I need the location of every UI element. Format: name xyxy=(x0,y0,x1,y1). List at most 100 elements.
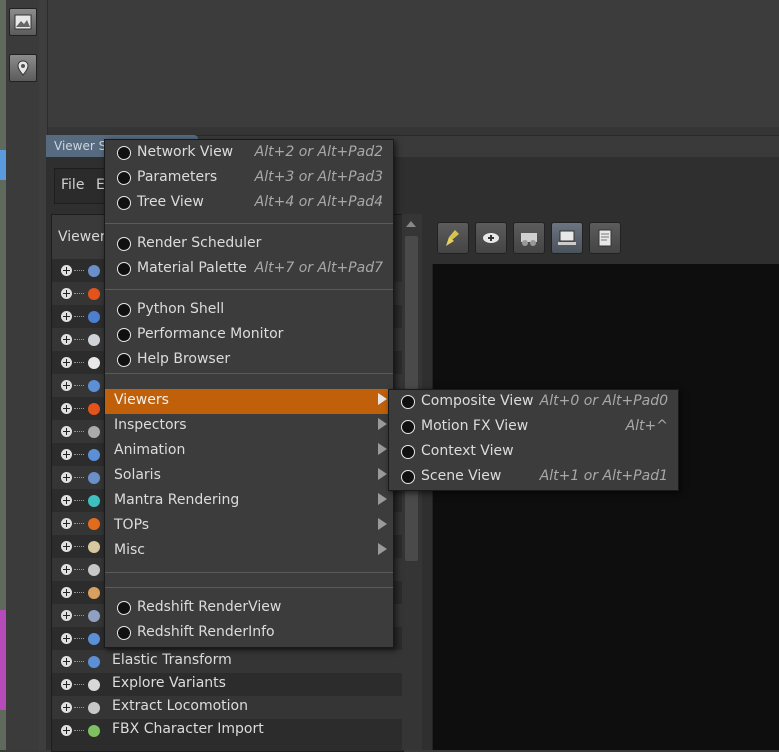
submenu-arrow-icon xyxy=(378,393,387,405)
submenu-viewers[interactable]: Viewers xyxy=(105,389,393,414)
tree-connector xyxy=(74,431,84,432)
menu-item-shortcut: Alt+4 or Alt+Pad4 xyxy=(254,194,383,210)
radio-icon xyxy=(117,146,131,160)
left-toolbar xyxy=(6,0,40,750)
radio-icon xyxy=(401,445,415,459)
vehicle-icon xyxy=(86,608,102,624)
expand-icon[interactable] xyxy=(61,380,72,391)
menu-item-label: Composite View xyxy=(421,393,534,409)
expand-icon[interactable] xyxy=(61,541,72,552)
image-viewer-icon[interactable] xyxy=(9,8,37,36)
submenu-arrow-icon xyxy=(378,468,387,480)
expand-icon[interactable] xyxy=(61,656,72,667)
tree-header[interactable]: Viewer xyxy=(52,215,106,259)
menu-item-material-palette[interactable]: Material Palette Alt+7 or Alt+Pad7 xyxy=(105,257,393,282)
tree-item-label: Elastic Transform xyxy=(112,652,232,668)
machinery-icon[interactable] xyxy=(513,222,545,254)
tree-row[interactable]: Extract Locomotion xyxy=(52,696,402,719)
tree-connector xyxy=(74,661,84,662)
menu-item-label: Render Scheduler xyxy=(137,235,262,251)
menu-item-label: Redshift RenderInfo xyxy=(137,624,275,640)
menu-item-composite-view[interactable]: Composite View Alt+0 or Alt+Pad0 xyxy=(389,390,678,415)
menu-item-label: Viewers xyxy=(114,392,169,408)
radio-icon xyxy=(117,262,131,276)
expand-icon[interactable] xyxy=(61,265,72,276)
expand-icon[interactable] xyxy=(61,702,72,713)
submenu-solaris[interactable]: Solaris xyxy=(105,464,393,489)
menu-item-label: Redshift RenderView xyxy=(137,599,282,615)
menu-item-parameters[interactable]: Parameters Alt+3 or Alt+Pad3 xyxy=(105,166,393,191)
expand-icon[interactable] xyxy=(61,587,72,598)
menu-item-motion-fx-view[interactable]: Motion FX View Alt+^ xyxy=(389,415,678,440)
character-icon xyxy=(86,723,102,739)
radio-icon xyxy=(401,470,415,484)
scroll-up-icon[interactable] xyxy=(405,218,417,230)
submenu-arrow-icon xyxy=(378,493,387,505)
menu-item-redshift-renderview[interactable]: Redshift RenderView xyxy=(105,596,393,621)
expand-icon[interactable] xyxy=(61,564,72,575)
expand-icon[interactable] xyxy=(61,679,72,690)
expand-icon[interactable] xyxy=(61,495,72,506)
expand-icon[interactable] xyxy=(61,311,72,322)
expand-icon[interactable] xyxy=(61,334,72,345)
expand-icon[interactable] xyxy=(61,610,72,621)
expand-icon[interactable] xyxy=(61,403,72,414)
tree-row[interactable]: Elastic Transform xyxy=(52,650,402,673)
expand-icon[interactable] xyxy=(61,288,72,299)
expand-icon[interactable] xyxy=(61,633,72,644)
radio-icon xyxy=(117,196,131,210)
menu-item-context-view[interactable]: Context View xyxy=(389,440,678,465)
menu-item-shortcut: Alt+3 or Alt+Pad3 xyxy=(254,169,383,185)
file-menu[interactable]: File xyxy=(61,177,84,193)
submenu-misc[interactable]: Misc xyxy=(105,539,393,564)
submenu-inspectors[interactable]: Inspectors xyxy=(105,414,393,439)
horseshoe-icon xyxy=(86,493,102,509)
menu-item-tree-view[interactable]: Tree View Alt+4 or Alt+Pad4 xyxy=(105,191,393,216)
eye-plus-icon[interactable] xyxy=(475,222,507,254)
menu-item-python-shell[interactable]: Python Shell xyxy=(105,298,393,323)
menu-item-redshift-renderinfo[interactable]: Redshift RenderInfo xyxy=(105,621,393,646)
expand-icon[interactable] xyxy=(61,725,72,736)
broom-icon[interactable] xyxy=(437,222,469,254)
radio-icon xyxy=(117,328,131,342)
tree-row[interactable]: FBX Character Import xyxy=(52,719,402,742)
expand-icon[interactable] xyxy=(61,357,72,368)
tree-row[interactable]: Explore Variants xyxy=(52,673,402,696)
tree-connector xyxy=(74,546,84,547)
submenu-tops[interactable]: TOPs xyxy=(105,514,393,539)
viewer-viewport[interactable] xyxy=(432,264,779,750)
houdini-swirl-icon xyxy=(86,286,102,302)
scroll-document-icon[interactable] xyxy=(589,222,621,254)
expand-icon[interactable] xyxy=(61,518,72,529)
expand-icon[interactable] xyxy=(61,449,72,460)
menu-item-performance-monitor[interactable]: Performance Monitor xyxy=(105,323,393,348)
tree-connector xyxy=(74,684,84,685)
menu-item-shortcut: Alt+^ xyxy=(625,418,668,434)
tree-connector xyxy=(74,385,84,386)
tree-connector xyxy=(74,270,84,271)
menu-item-label: Tree View xyxy=(137,194,204,210)
menu-item-label: Network View xyxy=(137,144,234,160)
display-icon[interactable] xyxy=(551,222,583,254)
menu-item-render-scheduler[interactable]: Render Scheduler xyxy=(105,232,393,257)
menu-item-label: Context View xyxy=(421,443,514,459)
expand-icon[interactable] xyxy=(61,472,72,483)
tree-connector xyxy=(74,638,84,639)
tree-connector xyxy=(74,592,84,593)
radio-icon xyxy=(117,303,131,317)
menu-item-scene-view[interactable]: Scene View Alt+1 or Alt+Pad1 xyxy=(389,465,678,490)
menu-item-help-browser[interactable]: Help Browser xyxy=(105,348,393,373)
tree-connector xyxy=(74,408,84,409)
menu-item-label: Animation xyxy=(114,442,186,458)
submenu-mantra-rendering[interactable]: Mantra Rendering xyxy=(105,489,393,514)
variants-icon xyxy=(86,677,102,693)
menu-item-label: Solaris xyxy=(114,467,161,483)
expand-icon[interactable] xyxy=(61,426,72,437)
menu-item-label: Material Palette xyxy=(137,260,247,276)
menu-item-network-view[interactable]: Network View Alt+2 or Alt+Pad2 xyxy=(105,141,393,166)
menu-item-shortcut: Alt+2 or Alt+Pad2 xyxy=(254,144,383,160)
menu-item-shortcut: Alt+7 or Alt+Pad7 xyxy=(254,260,383,276)
submenu-animation[interactable]: Animation xyxy=(105,439,393,464)
tree-connector xyxy=(74,569,84,570)
pin-icon[interactable] xyxy=(9,54,37,82)
